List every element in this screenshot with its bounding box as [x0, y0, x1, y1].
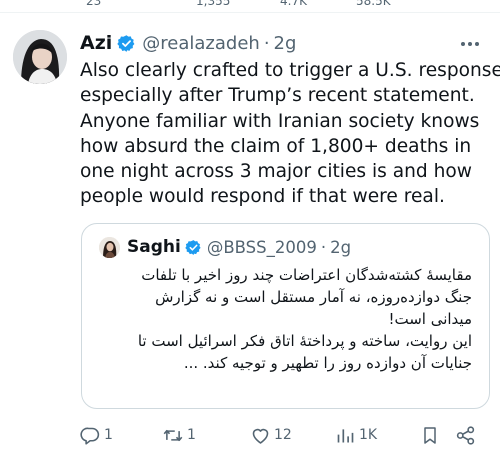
- quoted-author-name: Saghi: [127, 237, 181, 257]
- quoted-text-line: جنگ دوازده‌روزه، نه آمار مستقل است و نه …: [155, 288, 472, 306]
- more-icon[interactable]: [458, 34, 482, 54]
- post-text-line: especially after Trump’s recent statemen…: [80, 85, 475, 107]
- author-avatar[interactable]: [13, 30, 67, 84]
- post-text-line: people would respond if that were real.: [80, 186, 445, 208]
- post-text-line: Anyone familiar with Iranian society kno…: [80, 110, 480, 132]
- reply-count: 1: [104, 427, 113, 443]
- post-text-line: one night across 3 major cities is and h…: [80, 161, 473, 183]
- quoted-text-line: جنایات آن دوازده روز را تطهیر و توجیه کن…: [183, 354, 472, 372]
- quoted-author-avatar: [99, 236, 120, 258]
- quoted-post-text: مقایسهٔ کشته‌شدگان اعتراضات چند روز اخیر…: [96, 264, 472, 374]
- reply-button[interactable]: 1: [80, 422, 113, 448]
- repost-count: 1: [187, 427, 196, 443]
- quoted-text-line: میدانی است!: [388, 310, 472, 328]
- reply-icon: [80, 425, 101, 446]
- views-button[interactable]: 1K: [335, 422, 377, 448]
- quoted-post-header: Saghi @BBSS_2009 · 2g: [99, 236, 351, 258]
- previous-replies-count: 23: [86, 0, 102, 8]
- post-text-line: how absurd the claim of 1,800+ deaths in: [80, 135, 472, 157]
- share-button[interactable]: [455, 422, 476, 448]
- previous-views-count: 58.5K: [356, 0, 391, 8]
- quoted-post-time: 2g: [330, 237, 352, 257]
- previous-reposts-count: 1,355: [196, 0, 231, 8]
- quoted-time-separator: ·: [320, 237, 327, 257]
- author-handle[interactable]: @realazadeh: [142, 33, 260, 54]
- repost-icon: [162, 425, 184, 446]
- previous-likes-count: 4.7K: [280, 0, 307, 8]
- views-count: 1K: [359, 427, 378, 443]
- action-bar: 1 1 12 1K: [80, 422, 494, 448]
- like-button[interactable]: 12: [250, 422, 292, 448]
- post-text-line: Also clearly crafted to trigger a U.S. r…: [80, 60, 500, 81]
- like-icon: [250, 425, 271, 446]
- quoted-text-line: مقایسهٔ کشته‌شدگان اعتراضات چند روز اخیر…: [141, 266, 472, 284]
- post-header: Azi @realazadeh · 2g: [80, 30, 296, 56]
- author-name[interactable]: Azi: [80, 32, 112, 54]
- repost-button[interactable]: 1: [162, 422, 196, 448]
- previous-post-actions: 23 1,355 4.7K 58.5K: [0, 0, 500, 8]
- time-separator: ·: [263, 32, 270, 54]
- like-count: 12: [274, 427, 292, 443]
- bookmark-button[interactable]: [420, 422, 440, 448]
- views-icon: [335, 425, 356, 446]
- verified-badge-icon: [185, 239, 202, 256]
- bookmark-icon: [420, 425, 440, 446]
- post-time[interactable]: 2g: [274, 33, 297, 54]
- quoted-author-handle: @BBSS_2009: [206, 237, 317, 257]
- quoted-text-line: این روایت، ساخته و پرداختهٔ اتاق فکر اسر…: [137, 332, 472, 350]
- post-divider: [0, 12, 500, 13]
- share-icon: [455, 425, 476, 446]
- verified-badge-icon: [117, 34, 136, 53]
- post-text: Also clearly crafted to trigger a U.S. r…: [80, 58, 500, 210]
- quoted-post-card[interactable]: Saghi @BBSS_2009 · 2g مقایسهٔ کشته‌شدگان…: [81, 223, 490, 409]
